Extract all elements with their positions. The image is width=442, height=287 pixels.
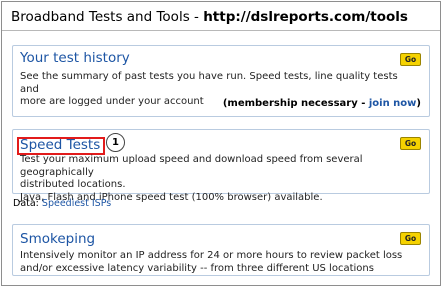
page-title-url: http://dslreports.com/tools (203, 9, 408, 25)
speed-tests-description: Test your maximum upload speed and downl… (20, 154, 415, 204)
smokeping-link[interactable]: Smokeping (20, 231, 95, 247)
description-line: Test your maximum upload speed and downl… (20, 154, 363, 178)
speediest-isps-link[interactable]: Speediest ISPs (42, 198, 111, 209)
test-history-go-button[interactable]: Go (400, 53, 421, 66)
smokeping-panel: Smokeping Go Intensively monitor an IP a… (12, 224, 430, 276)
speed-tests-panel: 1 Speed Tests Go Test your maximum uploa… (12, 129, 430, 203)
page-title: Broadband Tests and Tools - http://dslre… (11, 9, 408, 25)
smokeping-go-button[interactable]: Go (400, 232, 421, 245)
step-badge: 1 (106, 133, 125, 152)
description-line: See the summary of past tests you have r… (20, 71, 398, 95)
join-now-link[interactable]: join now (369, 98, 417, 109)
description-line: and/or excessive latency variability -- … (20, 262, 374, 274)
data-label: Data: (13, 198, 39, 209)
description-line: distributed locations. (20, 179, 126, 190)
membership-prefix: (membership necessary - (222, 98, 369, 109)
membership-note: (membership necessary - join now) (223, 98, 421, 109)
test-history-panel: Your test history Go See the summary of … (12, 45, 430, 117)
speed-tests-link[interactable]: Speed Tests (20, 137, 100, 153)
tools-window: Broadband Tests and Tools - http://dslre… (1, 1, 441, 286)
smokeping-description: Intensively monitor an IP address for 24… (20, 250, 415, 275)
speed-tests-go-button[interactable]: Go (400, 137, 421, 150)
membership-suffix: ) (416, 98, 421, 109)
page-title-prefix: Broadband Tests and Tools - (11, 9, 204, 25)
description-line: Intensively monitor an IP address for 24… (20, 250, 403, 261)
test-history-link[interactable]: Your test history (20, 50, 130, 66)
data-row: Data: Speediest ISPs (13, 198, 111, 209)
page-header: Broadband Tests and Tools - http://dslre… (2, 2, 440, 31)
